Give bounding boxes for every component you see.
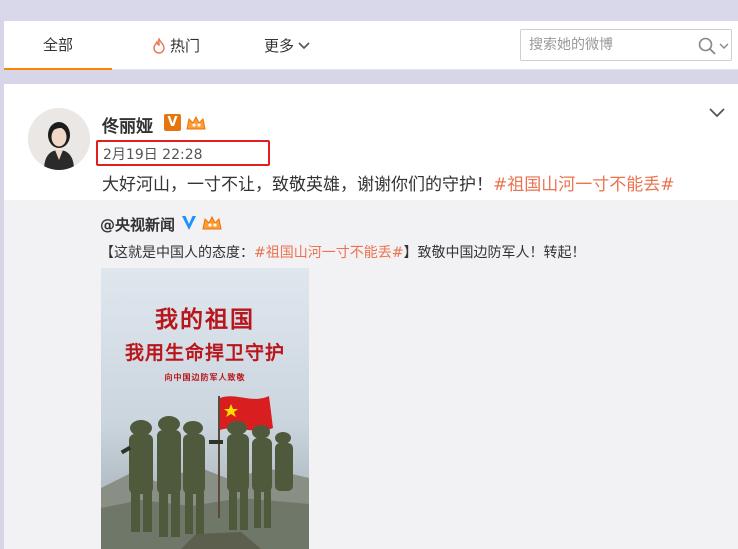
top-strip [0,0,738,20]
avatar[interactable] [28,108,90,170]
author-badges: V [164,114,207,132]
verified-v-icon: V [164,114,181,131]
member-crown-icon [186,115,206,130]
post-menu-chevron-icon[interactable] [708,106,726,120]
chevron-down-icon [298,41,310,49]
post-body-text: 大好河山，一寸不让，致敬英雄，谢谢你们的守护！ [102,175,493,195]
search-input[interactable] [529,35,694,55]
post-hashtag-link[interactable]: #祖国山河一寸不能丢# [493,175,675,195]
verified-blue-v-icon [182,216,196,230]
post-text: 大好河山，一寸不让，致敬英雄，谢谢你们的守护！#祖国山河一寸不能丢# [102,170,675,195]
search-box [520,29,732,61]
tab-more[interactable]: 更多 [249,21,329,70]
repost-text-after: 】致敬中国边防军人！转起！ [403,245,586,261]
repost-poster-image[interactable]: 我的祖国 我用生命捍卫守护 向中国边防军人致敬 [101,268,309,549]
repost-author-badges [180,214,223,232]
repost-text: 【这就是中国人的态度：#祖国山河一寸不能丢#】致敬中国边防军人！转起！ [100,242,585,262]
search-options-chevron-icon[interactable] [719,41,729,51]
repost-hashtag-link[interactable]: #祖国山河一寸不能丢# [254,245,403,261]
search-icon[interactable] [697,36,717,56]
tab-hot-label: 热门 [169,37,200,55]
repost-text-before: 【这就是中国人的态度： [100,245,254,261]
post-card: 佟丽娅 V 2月19日 22:28 大好河山，一寸不让，致敬英雄，谢谢你们的守护… [4,84,738,549]
poster-title-line2: 我用生命捍卫守护 [124,342,285,364]
repost-author-name[interactable]: @央视新闻 [100,214,175,235]
tab-all-label: 全部 [42,36,73,54]
post-timestamp[interactable]: 2月19日 22:28 [103,144,203,164]
member-crown-icon [202,215,222,230]
tab-hot[interactable]: 热门 [134,21,214,70]
poster-subtitle: 向中国边防军人致敬 [164,373,246,382]
profile-tab-bar: 全部 热门 更多 [4,21,738,70]
flame-icon [153,37,165,54]
author-name[interactable]: 佟丽娅 [102,112,153,137]
poster-title-line1: 我的祖国 [155,306,255,333]
repost-block: @央视新闻 【这就是中国人的态度：#祖国山河一寸不能丢#】致敬中国边防军人！转起… [4,200,738,549]
avatar-image [28,108,90,170]
tab-more-label: 更多 [263,37,294,55]
tab-all[interactable]: 全部 [4,21,112,70]
